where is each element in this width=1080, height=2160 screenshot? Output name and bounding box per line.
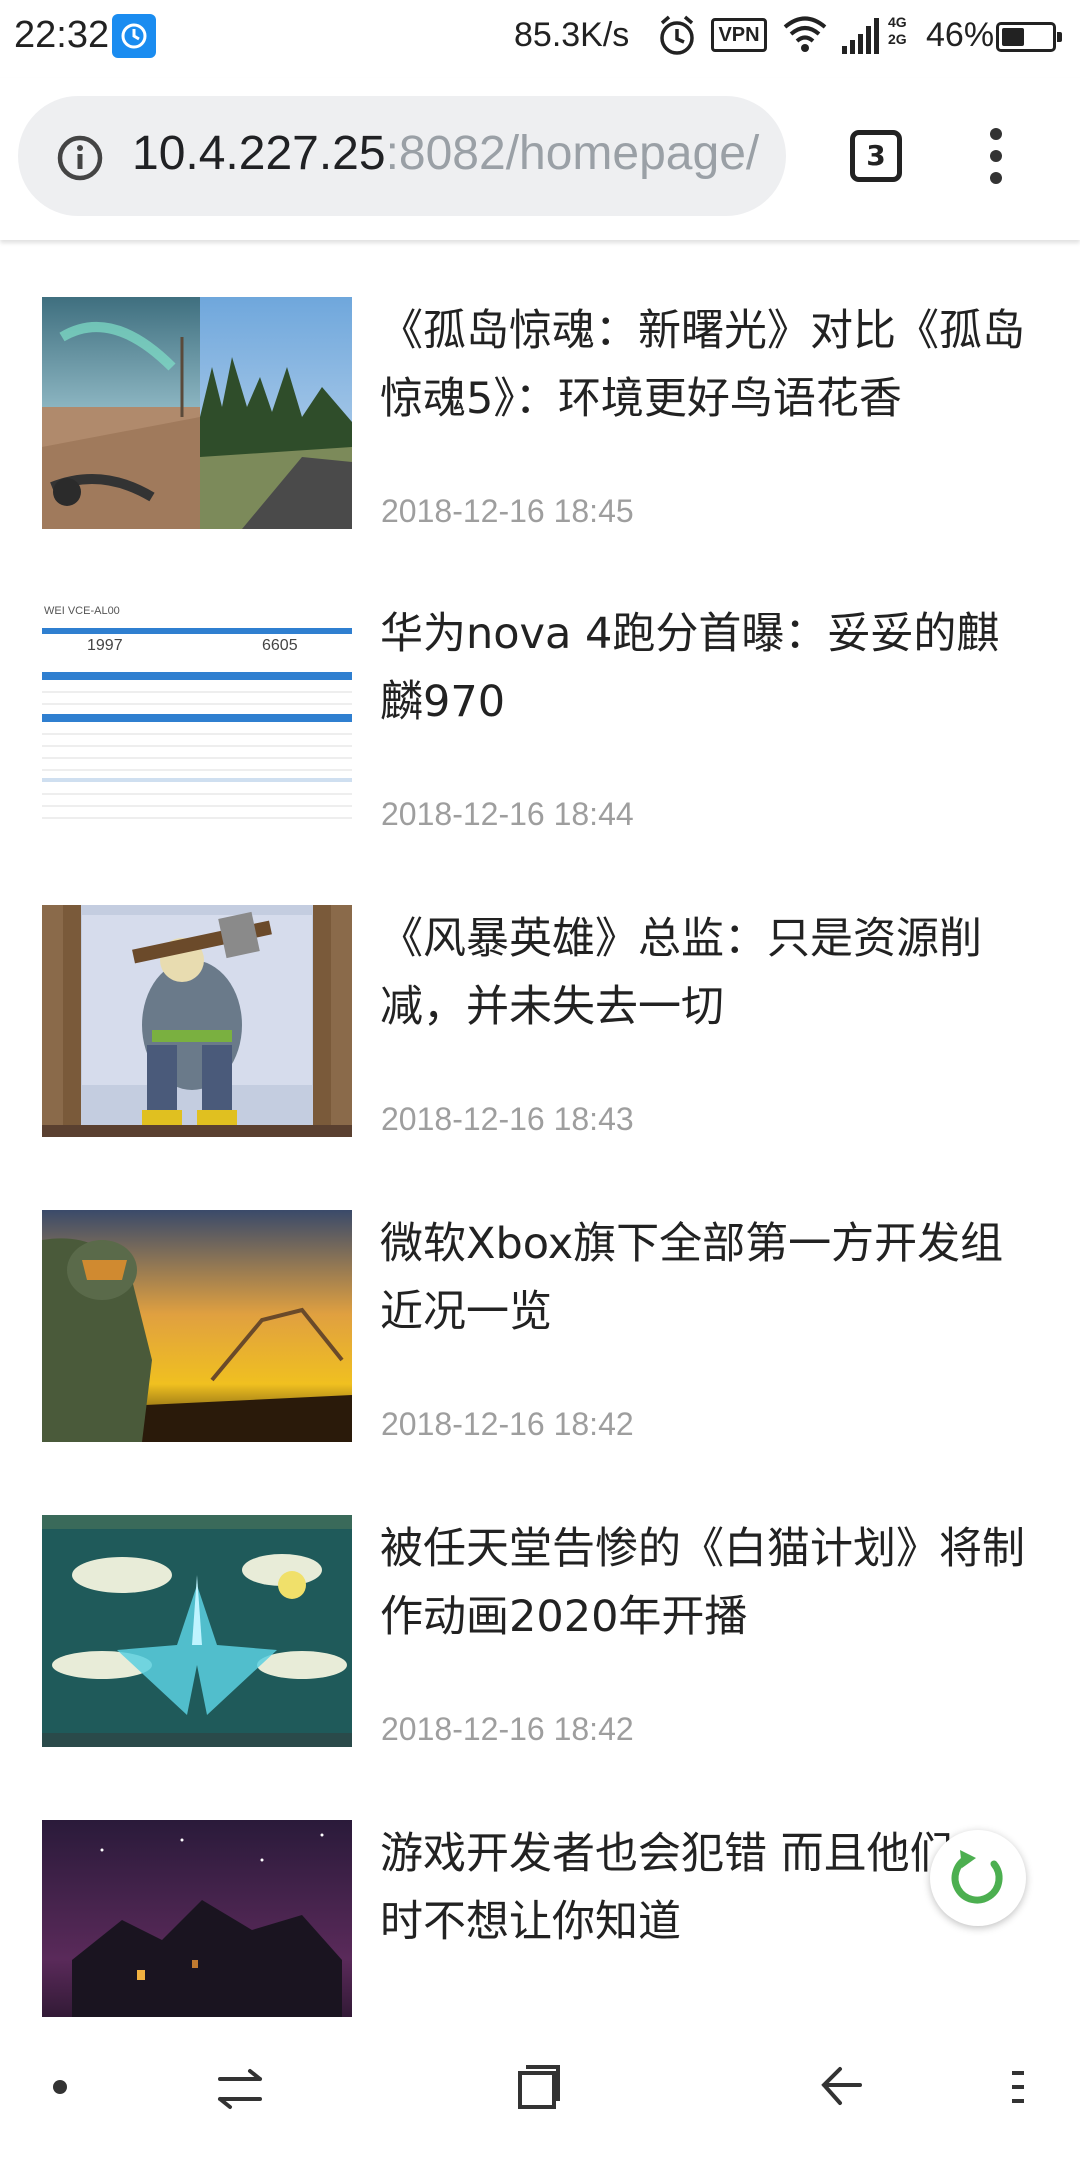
url-text[interactable]: 10.4.227.25:8082/homepage/ [132,126,772,181]
article-title[interactable]: 被任天堂告惨的《白猫计划》将制作动画2020年开播 [380,1515,1030,1651]
thumb-score-single: 1997 [87,637,123,654]
article-item[interactable]: 游戏开发者也会犯错 而且他们有时不想让你知道 [0,1820,1080,2017]
status-time: 22:32 [14,14,110,56]
browser-toolbar: 10.4.227.25:8082/homepage/ 3 [0,78,1080,240]
network-type: 4G 2G [888,14,907,47]
article-thumbnail[interactable]: WEI VCE-AL00 1997 6605 [42,600,352,832]
square-icon[interactable] [516,2063,562,2115]
dot-icon[interactable] [52,2079,68,2099]
article-title[interactable]: 华为nova 4跑分首曝：妥妥的麒麟970 [380,600,1030,736]
url-path: :8082/homepage/ [385,127,760,180]
article-item[interactable]: 《孤岛惊魂：新曙光》对比《孤岛惊魂5》：环境更好鸟语花香 2018-12-16 … [0,297,1080,602]
url-host: 10.4.227.25 [132,127,386,180]
battery-icon [996,22,1062,52]
article-thumbnail[interactable] [42,297,352,529]
address-bar[interactable]: 10.4.227.25:8082/homepage/ [18,96,786,216]
article-item[interactable]: WEI VCE-AL00 1997 6605 华为nova 4跑分首曝：妥妥的麒… [0,600,1080,905]
article-date: 2018-12-16 18:44 [381,796,634,832]
article-thumbnail[interactable] [42,1515,352,1747]
article-title[interactable]: 微软Xbox旗下全部第一方开发组近况一览 [380,1210,1030,1346]
refresh-button[interactable] [930,1830,1026,1926]
refresh-icon [951,1850,1003,1904]
article-title[interactable]: 《风暴英雄》总监：只是资源削减，并未失去一切 [380,905,1030,1041]
signal-icon [840,14,886,63]
menu-dot-icon [990,150,1002,162]
article-feed: 《孤岛惊魂：新曙光》对比《孤岛惊魂5》：环境更好鸟语花香 2018-12-16 … [0,240,1080,2017]
app-notification-icon [112,14,156,58]
menu-icon[interactable] [1010,2067,1026,2111]
alarm-icon [657,14,697,63]
article-date: 2018-12-16 18:42 [381,1406,634,1442]
info-icon[interactable] [56,134,104,186]
thumb-header: WEI VCE-AL00 [44,605,120,617]
article-title[interactable]: 《孤岛惊魂：新曙光》对比《孤岛惊魂5》：环境更好鸟语花香 [380,297,1030,433]
menu-dot-icon [990,172,1002,184]
battery-percent: 46% [926,16,995,54]
article-thumbnail[interactable] [42,1210,352,1442]
wifi-icon [782,14,828,59]
system-nav-bar [0,2017,1080,2160]
article-item[interactable]: 被任天堂告惨的《白猫计划》将制作动画2020年开播 2018-12-16 18:… [0,1515,1080,1820]
article-item[interactable]: 微软Xbox旗下全部第一方开发组近况一览 2018-12-16 18:42 [0,1210,1080,1515]
article-date: 2018-12-16 18:43 [381,1101,634,1137]
article-date: 2018-12-16 18:42 [381,1711,634,1747]
article-item[interactable]: 《风暴英雄》总监：只是资源削减，并未失去一切 2018-12-16 18:43 [0,905,1080,1210]
menu-dot-icon [990,128,1002,140]
status-bar: 22:32 85.3K/s VPN 4G 2G 46% [0,0,1080,78]
article-thumbnail[interactable] [42,1820,352,2017]
vpn-icon: VPN [711,18,767,52]
switch-icon[interactable] [216,2067,264,2115]
article-date: 2018-12-16 18:45 [381,493,634,529]
article-thumbnail[interactable] [42,905,352,1137]
tab-switcher-button[interactable]: 3 [850,130,902,182]
back-icon[interactable] [818,2063,864,2113]
thumb-score-multi: 6605 [262,637,298,654]
overflow-menu-button[interactable] [982,128,1012,186]
network-speed: 85.3K/s [514,16,630,54]
